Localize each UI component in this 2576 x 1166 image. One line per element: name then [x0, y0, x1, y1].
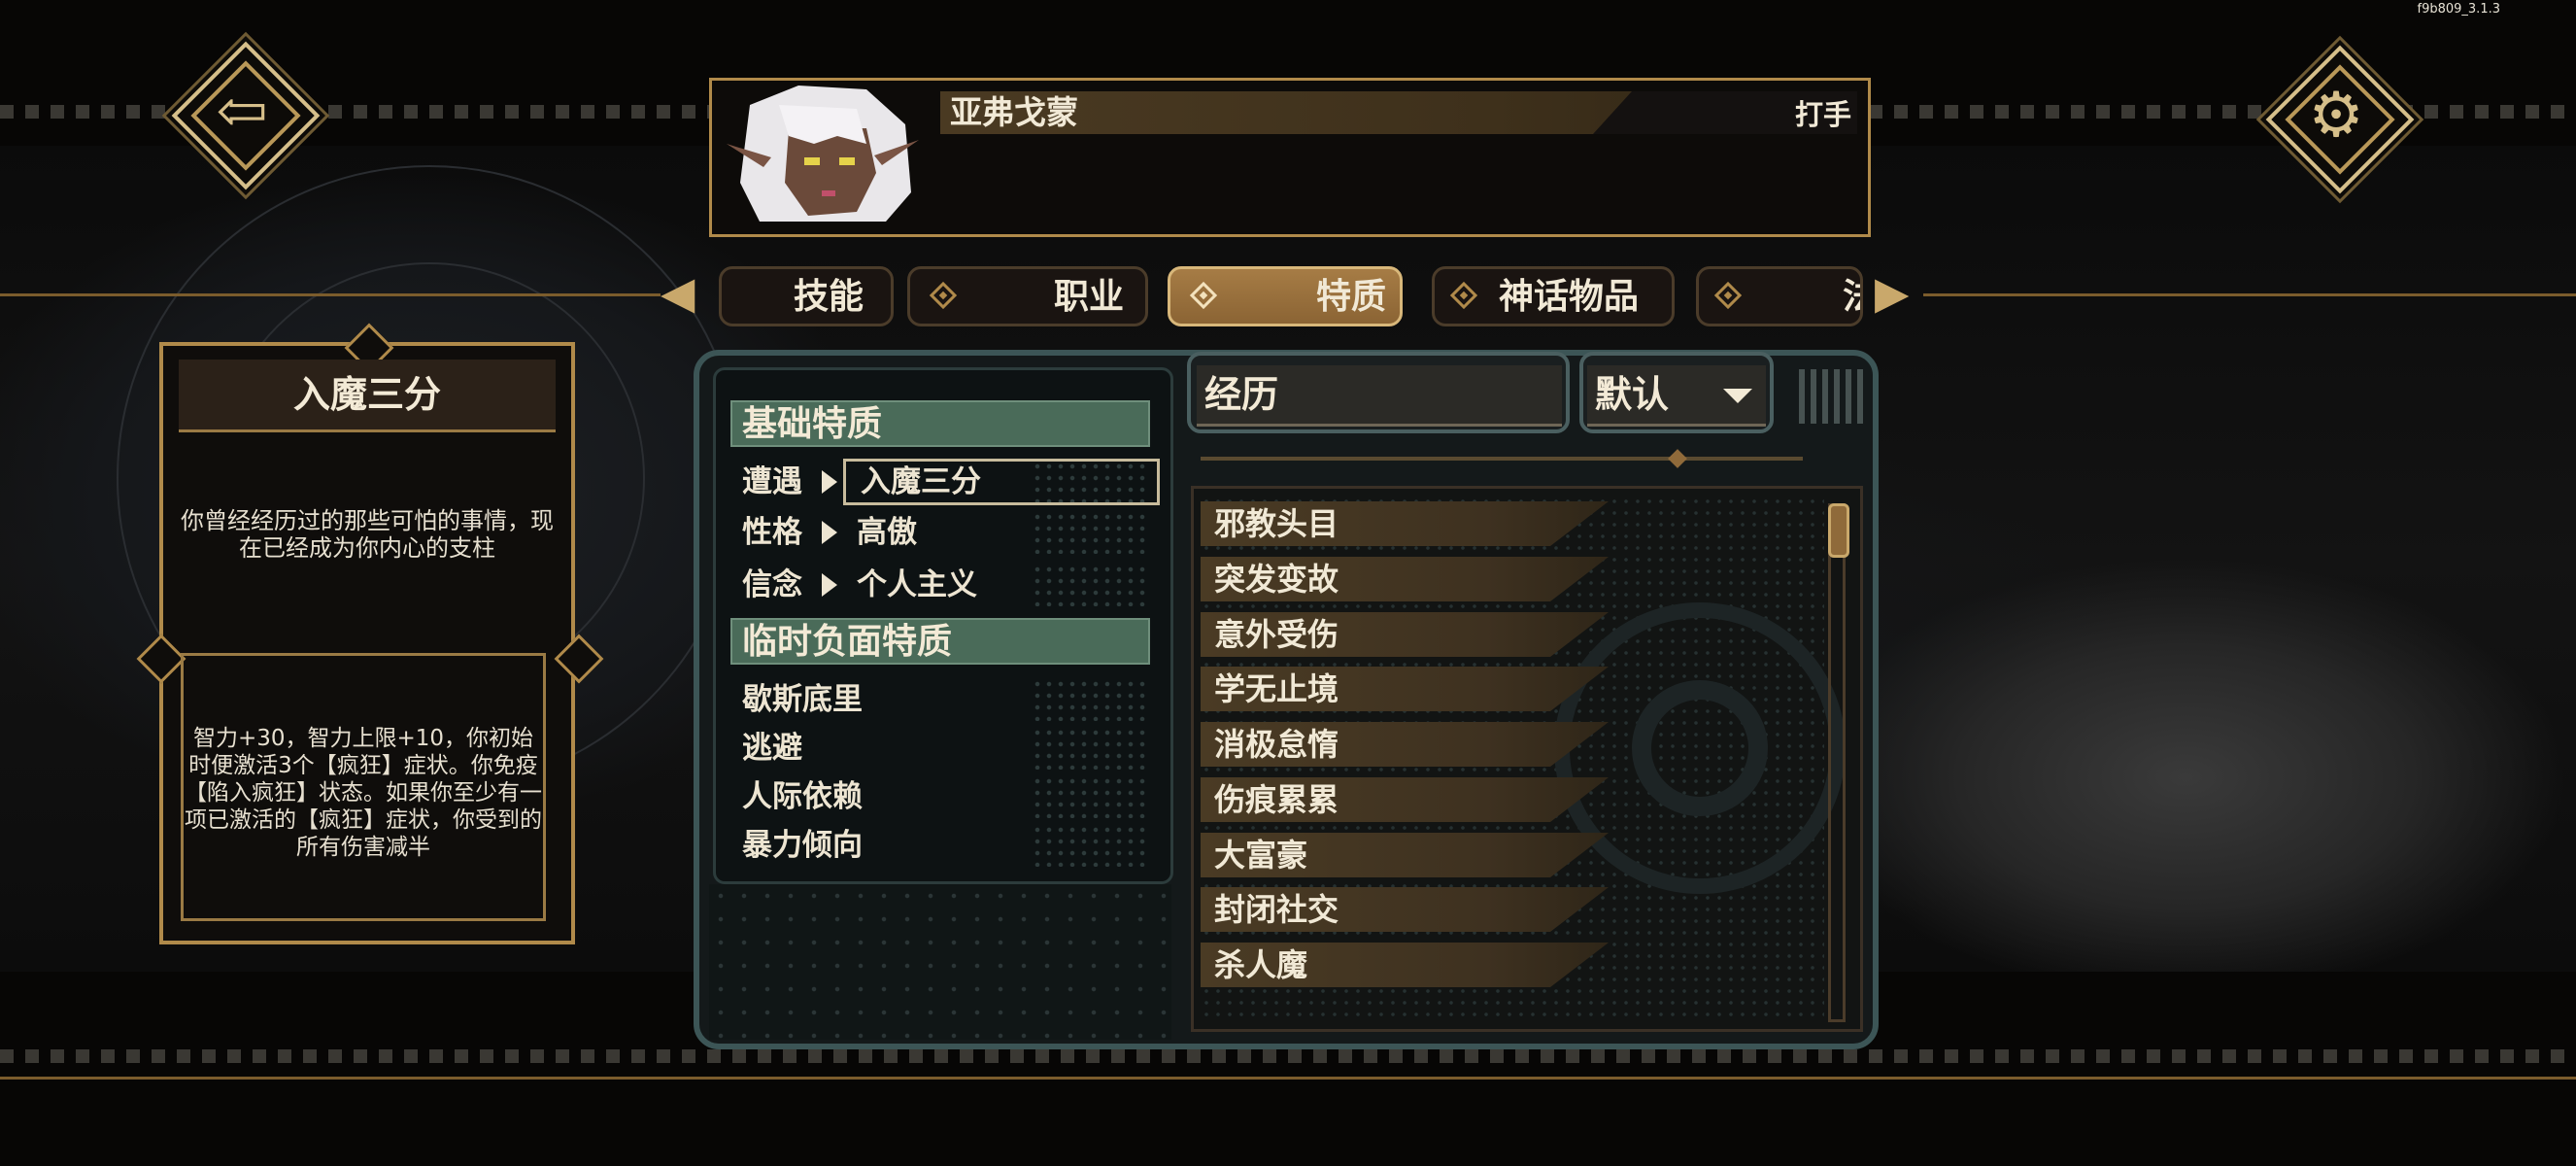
tab-skills[interactable]: 技能: [719, 266, 894, 326]
tab-profession[interactable]: 职业: [907, 266, 1148, 326]
settings-button[interactable]: ⚙: [2265, 45, 2415, 194]
bottom-gold-line: [0, 1077, 2576, 1080]
diamond-icon: [1189, 281, 1218, 310]
row-dots: [1032, 511, 1148, 554]
trait-detail-flavor: 你曾经经历过的那些可怕的事情，现在已经成为你内心的支柱: [181, 507, 554, 562]
trait-list-item-label: 杀人魔: [1214, 946, 1308, 983]
triangle-right-icon: [822, 470, 837, 494]
basic-traits-header: 基础特质: [730, 400, 1150, 447]
row-value: 高傲: [857, 515, 917, 550]
triangle-right-icon: [822, 573, 837, 597]
bottom-dot-strip: [0, 1049, 2576, 1063]
trait-list-item-label: 消极怠惰: [1214, 726, 1339, 763]
tab-mythic-items[interactable]: 神话物品: [1432, 266, 1675, 326]
tab-traits[interactable]: 特质: [1168, 266, 1403, 326]
tab-label: 职业: [1054, 276, 1125, 317]
row-label: 人际依赖: [742, 779, 863, 814]
trait-list-item-label: 邪教头目: [1214, 505, 1339, 542]
row-label: 性格: [742, 515, 802, 550]
search-input-value: 经历: [1204, 372, 1279, 416]
row-dots: [1032, 564, 1148, 606]
temp-negative-traits-header: 临时负面特质: [730, 618, 1150, 665]
row-label: 暴力倾向: [742, 828, 863, 863]
character-job: 打手: [1795, 98, 1852, 131]
tab-label: 技能: [794, 276, 864, 317]
trait-list-item-label: 大富豪: [1214, 837, 1308, 874]
diamond-icon: [1713, 281, 1743, 310]
trait-list-item-label: 意外受伤: [1214, 616, 1339, 653]
negative-trait-row[interactable]: 暴力倾向: [730, 824, 1158, 867]
negative-trait-row[interactable]: 逃避: [730, 727, 1158, 770]
character-portrait: [721, 86, 925, 222]
tab-left-arrow-icon[interactable]: ◀: [661, 270, 695, 315]
gear-icon: ⚙: [2308, 80, 2364, 152]
row-dots: [1032, 678, 1148, 721]
trait-list-item-label: 伤痕累累: [1214, 781, 1339, 818]
selected-row-outline: [843, 459, 1160, 505]
list-divider: [1201, 457, 1803, 461]
tab-label: 法: [1843, 269, 1860, 324]
scrollbar-thumb[interactable]: [1828, 503, 1849, 558]
trait-list-item-label: 学无止境: [1214, 670, 1339, 707]
row-dots: [1032, 727, 1148, 770]
tab-label: 神话物品: [1499, 276, 1640, 317]
trait-list-scrollbar[interactable]: [1828, 503, 1846, 1022]
basic-trait-row[interactable]: 信念 个人主义: [730, 564, 1158, 606]
trait-list-item-label: 封闭社交: [1214, 891, 1339, 928]
tab-spells[interactable]: 法: [1696, 266, 1863, 326]
trait-detail-title: 入魔三分: [292, 372, 441, 416]
negative-trait-row[interactable]: 歇斯底里: [730, 678, 1158, 721]
back-arrow-icon: ⇦: [216, 76, 268, 148]
wheel-decoration: [1632, 680, 1768, 816]
top-gold-line: [0, 293, 661, 296]
basic-trait-row[interactable]: 性格 高傲: [730, 511, 1158, 554]
row-dots: [1032, 775, 1148, 818]
trait-list-item-label: 突发变故: [1214, 561, 1339, 598]
temp-negative-traits-title: 临时负面特质: [742, 621, 953, 662]
character-name: 亚弗戈蒙: [950, 93, 1078, 131]
row-label: 歇斯底里: [742, 682, 863, 717]
trait-detail-effect: 智力+30，智力上限+10，你初始时便激活3个【疯狂】症状。你免疫【陷入疯狂】状…: [185, 726, 542, 860]
version-label: f9b809_3.1.3: [2417, 2, 2501, 17]
negative-trait-row[interactable]: 人际依赖: [730, 775, 1158, 818]
row-label: 信念: [742, 567, 802, 602]
basic-traits-title: 基础特质: [742, 403, 883, 444]
diamond-icon: [1449, 281, 1478, 310]
row-value: 个人主义: [857, 567, 977, 602]
triangle-right-icon: [822, 521, 837, 544]
diamond-icon: [929, 281, 958, 310]
row-dots: [1032, 824, 1148, 867]
pane-decoration: [709, 884, 1171, 1040]
row-label: 遭遇: [742, 464, 802, 499]
back-button[interactable]: ⇦: [171, 41, 321, 190]
row-label: 逃避: [742, 731, 802, 766]
chevron-down-icon: [1723, 389, 1752, 403]
tab-right-arrow-icon[interactable]: ▶: [1875, 270, 1909, 315]
tab-label: 特质: [1316, 276, 1387, 317]
sort-dropdown-value: 默认: [1595, 372, 1670, 416]
top-gold-line: [1923, 293, 2576, 296]
grip-icon: [1799, 369, 1869, 424]
